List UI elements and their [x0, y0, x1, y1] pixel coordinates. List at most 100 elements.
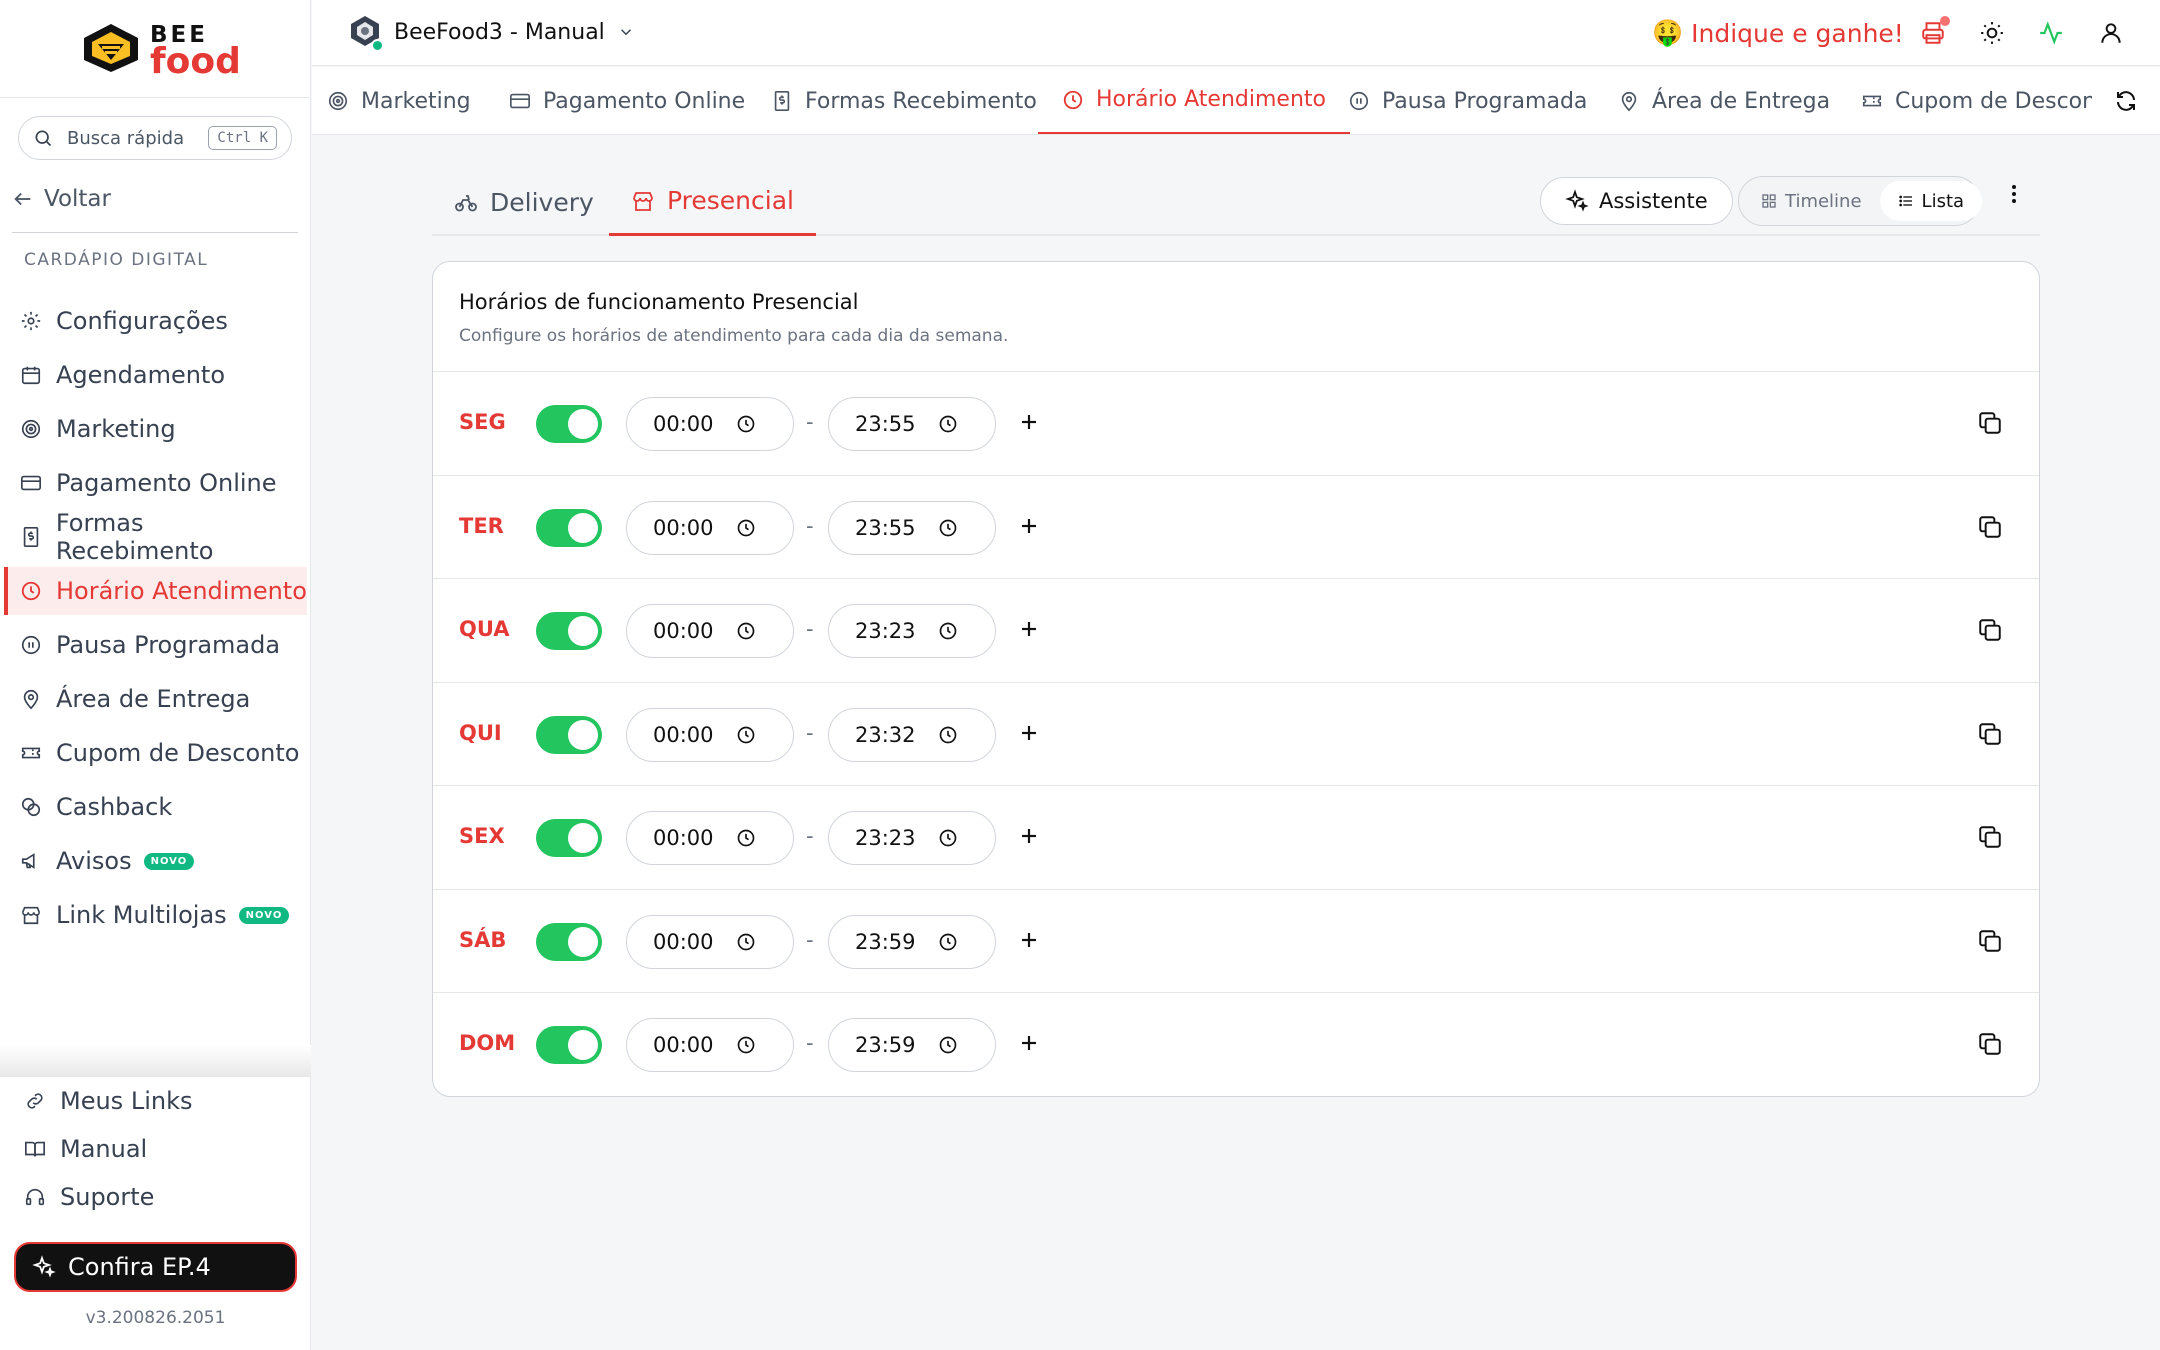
closing-time-input[interactable]: 23:55	[828, 397, 996, 451]
day-row: TER 00:00 - 23:55	[433, 476, 2039, 579]
closing-time-value: 23:32	[855, 722, 916, 747]
closing-time-input[interactable]: 23:23	[828, 811, 996, 865]
opening-time-input[interactable]: 00:00	[626, 914, 794, 969]
bike-icon	[455, 195, 477, 212]
credit-card-icon	[510, 93, 530, 109]
closing-time-input[interactable]: 23:59	[828, 1018, 996, 1072]
opening-time-value: 00:00	[653, 515, 714, 540]
day-row: SEG 00:00 - 23:55	[433, 372, 2039, 476]
copy-schedule-button[interactable]	[1977, 721, 2003, 747]
copy-schedule-button[interactable]	[1977, 928, 2003, 954]
view-list-button[interactable]: Lista	[1879, 181, 1983, 221]
store-selector[interactable]: BeeFood3 - Manual	[348, 14, 635, 52]
opening-time-input[interactable]: 00:00	[626, 604, 794, 658]
new-badge: NOVO	[238, 906, 290, 924]
add-interval-button[interactable]	[1017, 410, 1041, 434]
back-button[interactable]: Voltar	[12, 186, 111, 212]
schedule-card: Horários de funcionamento Presencial Con…	[432, 261, 2040, 1097]
add-interval-button[interactable]	[1017, 1031, 1041, 1055]
sidebar-item-area-de-entrega[interactable]: Área de Entrega	[4, 675, 307, 723]
day-enabled-toggle[interactable]	[536, 922, 602, 961]
money-face-icon: 🤑	[1652, 18, 1684, 47]
sidebar-item-formas-recebimento[interactable]: Formas Recebimento	[4, 509, 307, 565]
notification-dot	[1940, 16, 1950, 26]
new-badge: NOVO	[143, 852, 195, 870]
store-icon	[633, 191, 653, 211]
copy-schedule-button[interactable]	[1977, 410, 2003, 436]
more-options-button[interactable]	[2002, 182, 2026, 206]
day-enabled-toggle[interactable]	[536, 715, 602, 754]
opening-time-input[interactable]: 00:00	[626, 1018, 794, 1072]
day-enabled-toggle[interactable]	[536, 405, 602, 443]
tab-delivery[interactable]: Delivery	[454, 168, 594, 236]
day-enabled-toggle[interactable]	[536, 612, 602, 650]
sidebar-item-pagamento-online[interactable]: Pagamento Online	[4, 459, 307, 507]
sidebar-item-configuracoes[interactable]: Configurações	[4, 297, 307, 345]
day-row: SÁB 00:00 - 23:59	[433, 890, 2039, 993]
beefood-logo[interactable]: BEE food	[80, 18, 241, 81]
sidebar-item-avisos[interactable]: Avisos NOVO	[4, 837, 307, 885]
tab-label: Formas Recebimento	[805, 88, 1037, 114]
day-enabled-toggle[interactable]	[536, 1026, 602, 1064]
sidebar-item-horario-atendimento[interactable]: Horário Atendimento	[4, 567, 307, 615]
quick-search-input[interactable]: Busca rápida Ctrl K	[18, 116, 292, 160]
confira-episode-button[interactable]: Confira EP.4	[14, 1242, 297, 1292]
theme-toggle-button[interactable]	[1979, 20, 2005, 46]
clock-icon	[737, 622, 754, 640]
assistant-button[interactable]: Assistente	[1540, 177, 1733, 225]
sidebar-item-cupom-de-desconto[interactable]: Cupom de Desconto	[4, 729, 307, 777]
day-enabled-toggle[interactable]	[536, 508, 602, 547]
closing-time-input[interactable]: 23:55	[828, 500, 996, 555]
sidebar-item-marketing[interactable]: Marketing	[4, 405, 307, 453]
closing-time-input[interactable]: 23:23	[828, 604, 996, 658]
opening-time-input[interactable]: 00:00	[626, 500, 794, 555]
link-icon	[24, 1090, 50, 1112]
sidebar-item-cashback[interactable]: Cashback	[4, 783, 307, 831]
sidebar-item-pausa-programada[interactable]: Pausa Programada	[4, 621, 307, 669]
sidebar-link-meus-links[interactable]: Meus Links	[0, 1077, 311, 1125]
view-timeline-button[interactable]: Timeline	[1743, 181, 1880, 221]
sidebar-link-suporte[interactable]: Suporte	[0, 1173, 311, 1221]
tab-formas-recebimento[interactable]: Formas Recebimento	[771, 67, 1037, 134]
day-enabled-toggle[interactable]	[536, 819, 602, 857]
referral-link[interactable]: 🤑 Indique e ganhe!	[1652, 18, 1904, 48]
add-interval-button[interactable]	[1017, 721, 1041, 745]
receipt-icon	[774, 91, 790, 111]
add-interval-button[interactable]	[1017, 824, 1041, 848]
user-menu-button[interactable]	[2098, 20, 2124, 46]
copy-schedule-button[interactable]	[1977, 617, 2003, 643]
add-interval-button[interactable]	[1017, 514, 1041, 538]
plus-icon	[1022, 622, 1036, 636]
sidebar-item-link-multilojas[interactable]: Link Multilojas NOVO	[4, 891, 307, 939]
tab-marketing[interactable]: Marketing	[327, 67, 471, 134]
tab-horario-atendimento[interactable]: Horário Atendimento	[1038, 67, 1350, 134]
add-interval-button[interactable]	[1017, 617, 1041, 641]
closing-time-value: 23:23	[855, 619, 916, 643]
sidebar-item-label: Configurações	[56, 307, 228, 335]
tab-presencial[interactable]: Presencial	[609, 168, 816, 236]
refresh-button[interactable]	[2092, 67, 2160, 134]
opening-time-input[interactable]: 00:00	[626, 707, 794, 762]
tab-cupom-de-desconto[interactable]: Cupom de Desconto	[1861, 67, 2118, 134]
sidebar: BEE food Busca rápida Ctrl K Voltar CARD…	[0, 0, 311, 1350]
sidebar-item-agendamento[interactable]: Agendamento	[4, 351, 307, 399]
tab-label: Pagamento Online	[543, 88, 746, 114]
closing-time-input[interactable]: 23:59	[828, 914, 996, 969]
toggle-knob	[568, 512, 598, 543]
copy-schedule-button[interactable]	[1977, 824, 2003, 850]
add-interval-button[interactable]	[1017, 928, 1041, 952]
opening-time-input[interactable]: 00:00	[626, 811, 794, 865]
copy-schedule-button[interactable]	[1977, 514, 2003, 540]
printer-button[interactable]	[1920, 16, 1950, 46]
activity-button[interactable]	[2038, 20, 2064, 46]
tab-area-de-entrega[interactable]: Área de Entrega	[1618, 67, 1830, 134]
opening-time-input[interactable]: 00:00	[626, 397, 794, 451]
clock-icon	[737, 519, 754, 536]
sun-icon	[1981, 22, 2003, 44]
closing-time-input[interactable]: 23:32	[828, 707, 996, 762]
tab-pagamento-online[interactable]: Pagamento Online	[509, 67, 746, 134]
copy-schedule-button[interactable]	[1977, 1031, 2003, 1057]
tab-label: Delivery	[490, 187, 594, 217]
sidebar-link-manual[interactable]: Manual	[0, 1125, 311, 1173]
tab-pausa-programada[interactable]: Pausa Programada	[1348, 67, 1587, 134]
